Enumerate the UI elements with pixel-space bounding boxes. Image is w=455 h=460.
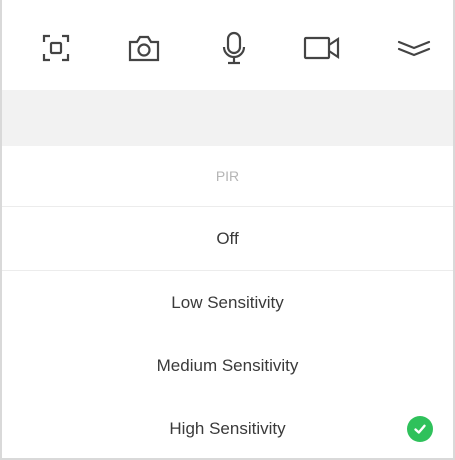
screenshot-button[interactable] bbox=[36, 28, 76, 68]
sheet-title: PIR bbox=[2, 146, 453, 207]
option-high-sensitivity[interactable]: High Sensitivity bbox=[2, 397, 453, 460]
microphone-icon bbox=[222, 31, 246, 65]
option-label: Medium Sensitivity bbox=[156, 355, 299, 375]
option-low-sensitivity[interactable]: Low Sensitivity bbox=[2, 271, 453, 334]
screenshot-icon bbox=[42, 34, 70, 62]
talk-button[interactable] bbox=[214, 28, 254, 68]
divider-band bbox=[2, 90, 453, 146]
option-label: Low Sensitivity bbox=[171, 292, 284, 312]
collapse-button[interactable] bbox=[394, 28, 434, 68]
option-off[interactable]: Off bbox=[2, 207, 453, 271]
checkmark-icon bbox=[407, 415, 433, 442]
app-frame: PIR Off Low Sensitivity Medium Sensitivi… bbox=[0, 0, 455, 460]
video-icon bbox=[303, 36, 340, 60]
record-button[interactable] bbox=[302, 28, 342, 68]
collapse-icon bbox=[397, 40, 431, 57]
option-label: High Sensitivity bbox=[169, 418, 286, 438]
camera-icon bbox=[128, 35, 160, 62]
option-label: Off bbox=[216, 228, 239, 248]
toolbar bbox=[2, 0, 453, 90]
option-medium-sensitivity[interactable]: Medium Sensitivity bbox=[2, 334, 453, 397]
pir-sheet: PIR Off Low Sensitivity Medium Sensitivi… bbox=[2, 146, 453, 460]
snapshot-button[interactable] bbox=[124, 28, 164, 68]
